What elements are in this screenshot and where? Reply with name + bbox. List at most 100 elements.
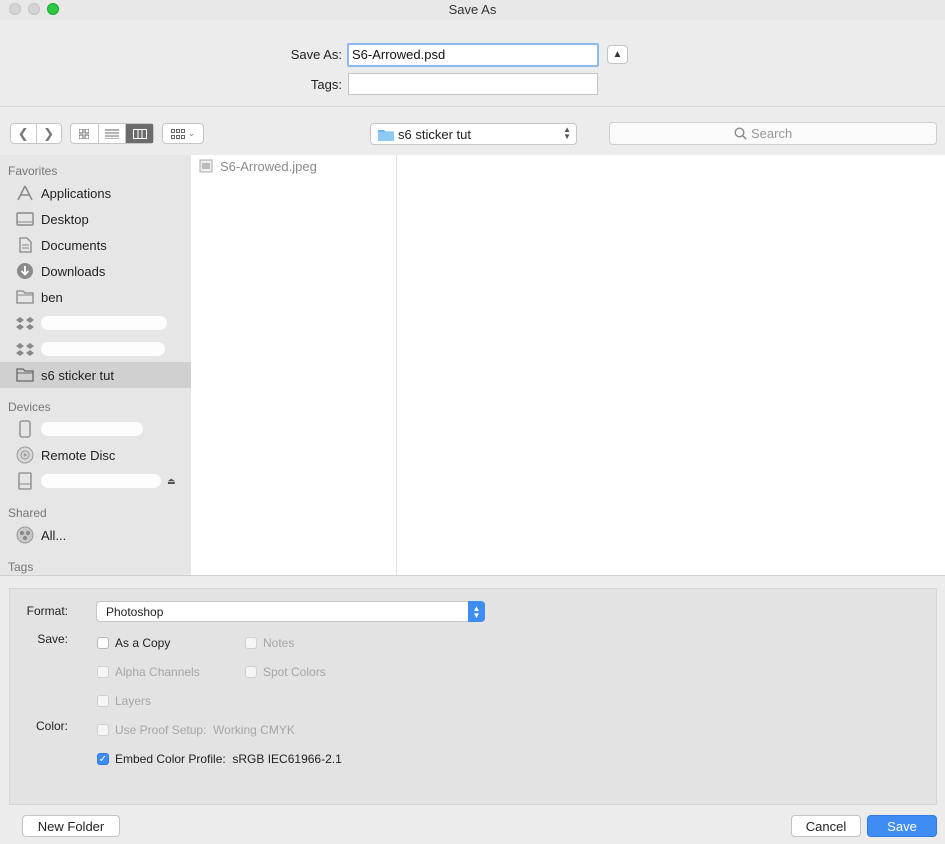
sidebar-item-s6-sticker-tut[interactable]: s6 sticker tut	[0, 362, 191, 388]
search-icon	[734, 127, 747, 140]
pane-separator	[0, 575, 945, 576]
title-bar: Save As	[0, 0, 945, 20]
column-view-button[interactable]	[125, 124, 154, 143]
eject-icon[interactable]: ⏏	[167, 476, 176, 487]
sidebar-item-ben[interactable]: ben	[0, 284, 191, 310]
new-folder-button[interactable]: New Folder	[22, 815, 120, 837]
checkbox-box	[245, 666, 257, 678]
sidebar-item-redacted-device[interactable]	[0, 416, 191, 442]
checkbox-label: Use Proof Setup: Working CMYK	[115, 723, 295, 737]
column-divider[interactable]	[396, 155, 397, 575]
applications-icon	[16, 184, 34, 202]
layers-checkbox[interactable]: Layers	[97, 694, 151, 708]
checkbox-box	[97, 695, 109, 707]
embed-color-profile-checkbox[interactable]: ✓ Embed Color Profile: sRGB IEC61966-2.1	[97, 752, 342, 766]
dropbox-icon	[16, 340, 34, 358]
checkbox-label: Layers	[115, 694, 152, 708]
view-mode-control	[70, 123, 154, 144]
use-proof-setup-checkbox[interactable]: Use Proof Setup: Working CMYK	[97, 723, 295, 737]
spot-colors-checkbox[interactable]: Spot Colors	[245, 665, 326, 679]
navigation-buttons: ❮ ❯	[10, 123, 62, 144]
cancel-button[interactable]: Cancel	[791, 815, 861, 837]
file-name: S6-Arrowed.jpeg	[220, 158, 317, 174]
save-button[interactable]: Save	[867, 815, 937, 837]
back-button[interactable]: ❮	[11, 124, 36, 143]
desktop-icon	[16, 210, 34, 228]
folder-icon	[16, 366, 34, 384]
network-icon	[16, 526, 34, 544]
chevron-right-icon: ❯	[43, 125, 55, 141]
sidebar-item-redacted-dropbox-2[interactable]	[0, 336, 191, 362]
tags-header: Tags	[8, 560, 34, 574]
sidebar-item-documents[interactable]: Documents	[0, 232, 191, 258]
format-select[interactable]: Photoshop ▲ ▼	[96, 601, 485, 622]
updown-arrows-icon: ▲ ▼	[563, 125, 571, 141]
tags-input[interactable]	[348, 73, 598, 95]
checkbox-label: Alpha Channels	[115, 665, 200, 679]
sidebar-item-downloads[interactable]: Downloads	[0, 258, 191, 284]
file-browser	[191, 155, 945, 575]
file-item[interactable]: S6-Arrowed.jpeg	[199, 157, 317, 175]
arrange-menu-button[interactable]: ⌄	[162, 123, 204, 144]
sidebar-item-label: ben	[41, 289, 63, 305]
alpha-channels-checkbox[interactable]: Alpha Channels	[97, 665, 200, 679]
color-label: Color:	[35, 719, 68, 733]
drive-icon	[16, 472, 34, 490]
tags-label: Tags:	[310, 77, 342, 92]
save-as-label: Save As:	[290, 47, 342, 62]
as-a-copy-checkbox[interactable]: As a Copy	[97, 636, 170, 650]
chevron-down-icon: ⌄	[187, 128, 196, 138]
forward-button[interactable]: ❯	[35, 124, 62, 143]
sidebar-item-label: s6 sticker tut	[41, 367, 114, 383]
sidebar-item-redacted-drive[interactable]: ⏏	[0, 468, 191, 494]
sidebar-item-label: All...	[41, 527, 67, 543]
window-title: Save As	[448, 2, 497, 17]
devices-header: Devices	[8, 400, 51, 414]
sidebar-item-label: Remote Disc	[41, 447, 116, 463]
redacted-label	[41, 474, 161, 488]
checkbox-label: Notes	[263, 636, 295, 650]
sidebar-item-label: Applications	[41, 185, 112, 201]
location-popup[interactable]: s6 sticker tut ▲ ▼	[370, 123, 577, 145]
sidebar-item-applications[interactable]: Applications	[0, 180, 191, 206]
list-view-button[interactable]	[97, 124, 126, 143]
format-label: Format:	[26, 604, 68, 618]
notes-checkbox[interactable]: Notes	[245, 636, 294, 650]
checkbox-label: As a Copy	[115, 636, 171, 650]
format-value: Photoshop	[106, 605, 164, 619]
search-placeholder: Search	[751, 126, 793, 141]
arrange-control: ⌄	[163, 124, 203, 143]
downloads-icon	[16, 262, 34, 280]
sidebar-item-label: Downloads	[41, 263, 106, 279]
folder-icon	[378, 130, 394, 141]
sidebar-item-redacted-dropbox-1[interactable]	[0, 310, 191, 336]
sidebar: Favorites Applications Desktop Documents…	[0, 155, 191, 575]
checkbox-box	[245, 637, 257, 649]
sidebar-item-all[interactable]: All...	[0, 522, 191, 548]
search-input[interactable]: Search	[609, 122, 937, 145]
folder-icon	[16, 288, 34, 306]
sidebar-item-label: Documents	[41, 237, 107, 253]
arrange-grid-icon	[170, 128, 185, 139]
list-view-icon	[105, 129, 119, 139]
save-options-label: Save:	[37, 632, 68, 646]
checkmark-icon: ✓	[97, 753, 109, 765]
checkbox-label: Spot Colors	[263, 665, 326, 679]
sidebar-item-remote-disc[interactable]: Remote Disc	[0, 442, 191, 468]
chevron-up-icon: ▲	[612, 49, 623, 60]
checkbox-box	[97, 666, 109, 678]
filename-input[interactable]: S6-Arrowed.psd	[347, 43, 599, 67]
sidebar-item-desktop[interactable]: Desktop	[0, 206, 191, 232]
chevron-left-icon: ❮	[17, 125, 29, 141]
phone-icon	[16, 420, 34, 438]
collapse-dialog-button[interactable]: ▲	[607, 45, 628, 64]
image-file-icon	[199, 159, 213, 173]
redacted-label	[41, 342, 165, 356]
sidebar-item-label: Desktop	[41, 211, 89, 227]
icon-view-button[interactable]	[71, 124, 98, 143]
icon-view-icon	[79, 128, 90, 139]
checkbox-box	[97, 724, 109, 736]
toolbar-divider	[0, 106, 945, 107]
disc-icon	[16, 446, 34, 464]
dropbox-icon	[16, 314, 34, 332]
